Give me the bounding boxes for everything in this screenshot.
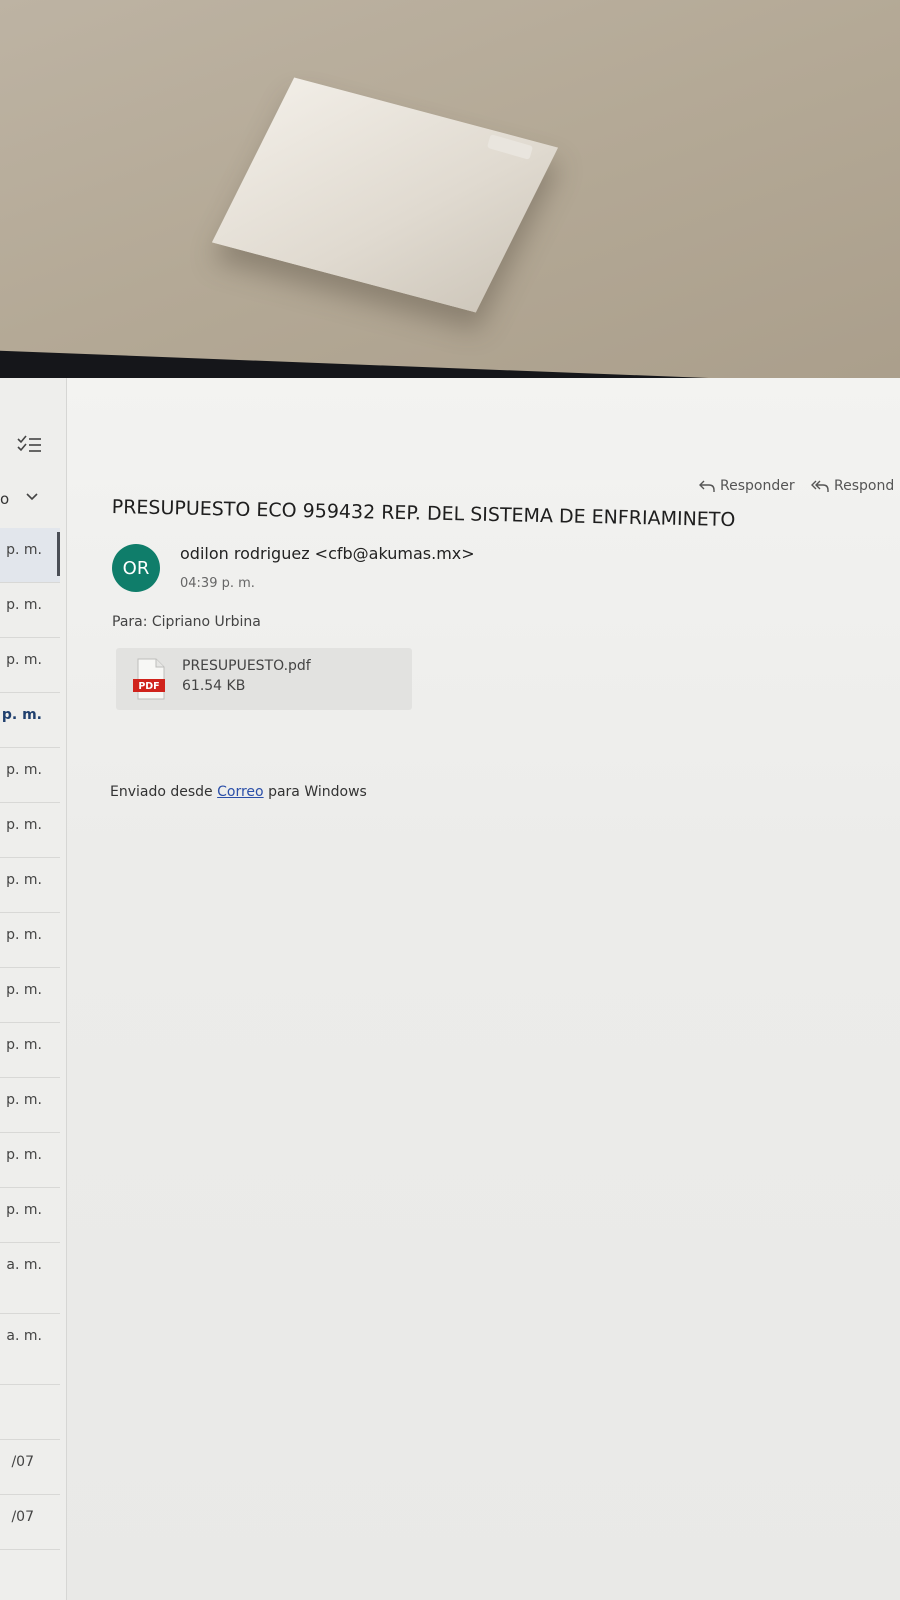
list-item-time: p. m. [6,1147,42,1163]
reply-all-button[interactable]: Respond [810,478,894,494]
list-item[interactable]: p. m. [0,1023,60,1078]
list-item[interactable]: p. m. [0,583,60,638]
list-item[interactable]: /07 [0,1495,60,1550]
avatar-initials: OR [122,557,150,579]
list-item-time: p. m. [6,982,42,998]
list-item-time: p. m. [6,542,42,558]
list-item-time: p. m. [6,762,42,778]
select-mode-icon[interactable] [16,434,42,456]
recipient-line: Para: Cipriano Urbina [112,614,261,630]
list-item[interactable]: p. m. [0,803,60,858]
pdf-file-icon: PDF [132,658,168,700]
list-item-time: p. m. [6,1037,42,1053]
list-item-time: p. m. [6,817,42,833]
signature-link[interactable]: Correo [217,784,263,800]
mail-app-window: o p. m. p. m. p. m. p. m. p. m. p. m. p.… [0,378,900,1600]
list-item-time: p. m. [6,1202,42,1218]
list-item[interactable]: p. m. [0,1188,60,1243]
signature-suffix: para Windows [268,784,367,800]
reply-all-label: Respond [834,478,895,494]
attachment-size: 61.54 KB [182,678,246,694]
list-item[interactable]: p. m. [0,968,60,1023]
list-item-date: /07 [11,1509,34,1525]
reply-button[interactable]: Responder [698,478,795,494]
filter-label: o [0,490,10,508]
list-item[interactable]: p. m. [0,913,60,968]
list-item-time: p. m. [6,872,42,888]
list-item[interactable]: p. m. [0,528,60,583]
email-signature: Enviado desde Correo para Windows [110,784,367,800]
list-item[interactable]: p. m. [0,858,60,913]
reply-all-icon [811,480,829,492]
reply-icon [699,480,715,492]
sent-time: 04:39 p. m. [180,576,255,591]
message-list: p. m. p. m. p. m. p. m. p. m. p. m. p. m… [0,528,60,1550]
list-item[interactable]: a. m. [0,1243,60,1314]
list-item[interactable]: a. m. [0,1314,60,1385]
list-item-time: p. m. [6,927,42,943]
reply-label: Responder [720,478,795,494]
list-item-time: p. m. [6,652,42,668]
list-item[interactable]: p. m. [0,693,60,748]
attachment-name: PRESUPUESTO.pdf [182,658,311,674]
list-item[interactable]: /07 [0,1440,60,1495]
list-item-time: a. m. [6,1257,42,1273]
attachment-card[interactable]: PDF PRESUPUESTO.pdf 61.54 KB [116,648,412,710]
pdf-badge-text: PDF [138,681,159,692]
list-item-date: /07 [11,1454,34,1470]
reading-pane: Responder Respond PRESUPUESTO ECO 959432… [66,378,900,1600]
list-item[interactable] [0,1385,60,1440]
list-item[interactable]: p. m. [0,1078,60,1133]
message-list-pane: o p. m. p. m. p. m. p. m. p. m. p. m. p.… [0,378,67,1600]
filter-dropdown[interactable]: o [0,490,66,512]
list-item-time: a. m. [6,1328,42,1344]
email-subject: PRESUPUESTO ECO 959432 REP. DEL SISTEMA … [111,496,736,532]
avatar: OR [112,544,160,592]
list-item-time: p. m. [6,1092,42,1108]
sender-name[interactable]: odilon rodriguez <cfb@akumas.mx> [180,544,475,563]
list-item[interactable]: p. m. [0,748,60,803]
chevron-down-icon [26,493,38,501]
signature-prefix: Enviado desde [110,784,213,800]
list-item-time: p. m. [1,707,42,723]
list-item-time: p. m. [6,597,42,613]
list-item[interactable]: p. m. [0,1133,60,1188]
list-item[interactable]: p. m. [0,638,60,693]
